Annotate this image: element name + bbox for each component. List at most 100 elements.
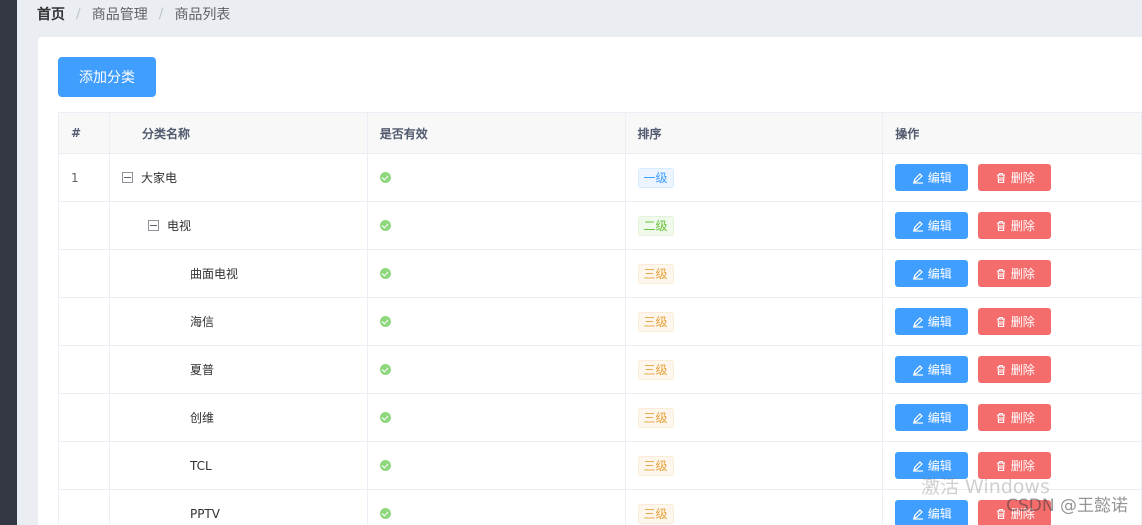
valid-cell (367, 394, 626, 442)
edit-button[interactable]: 编辑 (895, 356, 969, 383)
delete-label: 删除 (1010, 219, 1035, 233)
row-index (59, 346, 110, 394)
delete-label: 删除 (1010, 315, 1035, 329)
category-name: 创维 (189, 411, 214, 425)
content-card: 添加分类 # 分类名称 是否有效 排序 操作 1 大家电 一级 编辑 删除 电视 二级 编辑删… (38, 37, 1142, 525)
delete-button[interactable]: 删除 (978, 308, 1052, 335)
sort-cell: 一级 (625, 154, 884, 202)
edit-label: 编辑 (927, 315, 952, 329)
level-tag: 三级 (637, 407, 674, 428)
row-index (59, 202, 110, 250)
category-name: PPTV (189, 506, 220, 521)
table-row: 海信 三级 编辑 删除 (59, 298, 1142, 346)
check-circle-icon (379, 364, 391, 375)
trash-icon (996, 508, 1005, 519)
edit-label: 编辑 (927, 171, 952, 185)
sort-cell: 三级 (625, 298, 884, 346)
header-index: # (59, 113, 110, 154)
category-name: 曲面电视 (189, 267, 238, 281)
delete-button[interactable]: 删除 (978, 164, 1052, 191)
actions-cell: 编辑 删除 (883, 394, 1142, 442)
edit-icon (912, 508, 923, 520)
delete-button[interactable]: 删除 (978, 404, 1052, 431)
delete-label: 删除 (1010, 411, 1035, 425)
level-tag: 三级 (637, 263, 674, 284)
delete-button[interactable]: 删除 (978, 356, 1052, 383)
delete-button[interactable]: 删除 (978, 212, 1052, 239)
edit-button[interactable]: 编辑 (895, 308, 969, 335)
table-body: 1 大家电 一级 编辑 删除 电视 二级 编辑 删除 曲面电视 三级 编辑 删除 海信 三级 编辑 删除 夏普 三级… (59, 154, 1142, 525)
trash-icon (996, 460, 1005, 471)
delete-label: 删除 (1010, 363, 1035, 377)
actions-cell: 编辑 删除 (883, 250, 1142, 298)
sort-cell: 三级 (625, 346, 884, 394)
edit-button[interactable]: 编辑 (895, 212, 969, 239)
header-valid: 是否有效 (367, 113, 626, 154)
level-tag: 三级 (637, 503, 674, 524)
row-index (59, 442, 110, 490)
header-name: 分类名称 (109, 113, 368, 154)
collapse-toggle-icon[interactable] (147, 220, 159, 231)
level-tag: 一级 (637, 167, 674, 188)
row-index (59, 394, 110, 442)
valid-cell (367, 154, 626, 202)
check-circle-icon (379, 508, 391, 519)
add-category-button[interactable]: 添加分类 (58, 57, 156, 97)
header-actions: 操作 (883, 113, 1142, 154)
edit-icon (912, 460, 923, 472)
row-index: 1 (59, 154, 110, 202)
trash-icon (996, 364, 1005, 375)
level-tag: 二级 (637, 215, 674, 236)
trash-icon (996, 412, 1005, 423)
category-name: TCL (189, 458, 212, 473)
collapse-toggle-icon[interactable] (121, 172, 133, 183)
edit-icon (912, 268, 923, 280)
edit-button[interactable]: 编辑 (895, 164, 969, 191)
valid-cell (367, 250, 626, 298)
category-name-cell: 创维 (109, 394, 368, 442)
sidebar-edge (0, 0, 17, 525)
check-circle-icon (379, 412, 391, 423)
category-name-cell: 电视 (109, 202, 368, 250)
table-header: # 分类名称 是否有效 排序 操作 (59, 113, 1142, 154)
csdn-watermark: CSDN @王懿诺 (1006, 496, 1128, 516)
actions-cell: 编辑 删除 (883, 202, 1142, 250)
category-name: 夏普 (189, 363, 214, 377)
valid-cell (368, 490, 626, 525)
sort-cell: 二级 (625, 202, 884, 250)
valid-cell (367, 442, 626, 490)
breadcrumb-home[interactable]: 首页 (37, 4, 65, 24)
delete-button[interactable]: 删除 (978, 260, 1052, 287)
edit-button[interactable]: 编辑 (895, 404, 969, 431)
level-tag: 三级 (637, 311, 674, 332)
check-circle-icon (379, 268, 391, 279)
breadcrumb: 首页 / 商品管理 / 商品列表 (37, 5, 230, 23)
sort-cell: 三级 (625, 394, 884, 442)
check-circle-icon (379, 172, 391, 183)
trash-icon (996, 220, 1005, 231)
edit-button[interactable]: 编辑 (895, 500, 969, 525)
edit-label: 编辑 (927, 507, 952, 521)
category-name: 大家电 (140, 171, 177, 185)
trash-icon (996, 268, 1005, 279)
delete-label: 删除 (1010, 267, 1035, 281)
table-row: 电视 二级 编辑 删除 (59, 202, 1142, 250)
delete-label: 删除 (1010, 171, 1035, 185)
category-name: 电视 (166, 219, 191, 233)
level-tag: 三级 (637, 455, 674, 476)
edit-label: 编辑 (927, 363, 952, 377)
sort-cell: 三级 (625, 250, 884, 298)
edit-label: 编辑 (927, 267, 952, 281)
edit-button[interactable]: 编辑 (895, 260, 969, 287)
actions-cell: 编辑 删除 (883, 298, 1142, 346)
row-index (59, 298, 110, 346)
actions-cell: 编辑 删除 (883, 346, 1142, 394)
table-row: 夏普 三级 编辑 删除 (59, 346, 1142, 394)
valid-cell (367, 202, 626, 250)
check-circle-icon (379, 460, 391, 471)
row-index (59, 250, 110, 298)
category-name-cell: 夏普 (109, 346, 368, 394)
edit-icon (912, 172, 923, 184)
sort-cell: 三级 (626, 490, 884, 525)
trash-icon (996, 316, 1005, 327)
